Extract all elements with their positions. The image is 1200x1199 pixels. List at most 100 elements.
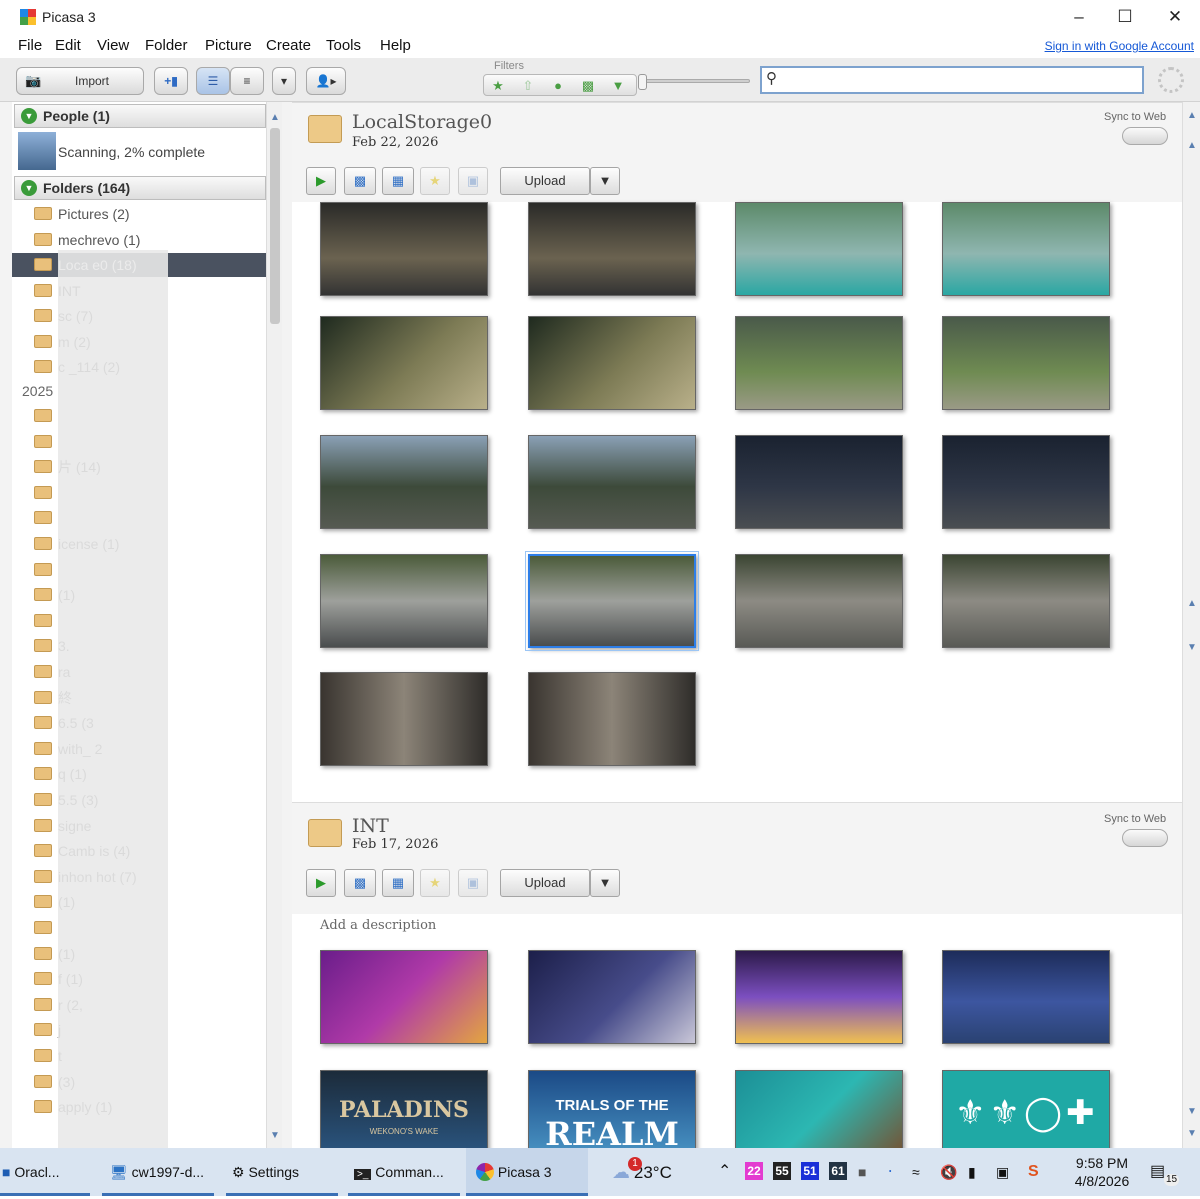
tray-item[interactable]: 55 — [773, 1162, 791, 1180]
collapse-toggle-icon[interactable]: ▼ — [21, 108, 37, 124]
folder-row[interactable]: mechrevo (1) — [12, 228, 266, 252]
photo-thumbnail[interactable] — [942, 316, 1110, 410]
sync-to-web-toggle[interactable] — [1122, 829, 1168, 847]
sync-to-web-toggle[interactable] — [1122, 127, 1168, 145]
photo-thumbnail[interactable] — [942, 435, 1110, 529]
photo-thumbnail[interactable] — [320, 672, 488, 766]
photo-thumbnail[interactable] — [735, 435, 903, 529]
folder-row[interactable]: Pictures (2) — [12, 202, 266, 226]
scroll-down-icon[interactable]: ▼ — [1184, 1126, 1200, 1142]
menu-view[interactable]: View — [97, 37, 129, 54]
close-button[interactable]: ✕ — [1150, 0, 1200, 34]
movie-filter-icon[interactable]: ▩ — [576, 76, 600, 96]
menu-create[interactable]: Create — [266, 37, 311, 54]
group-name[interactable]: LocalStorage0 — [352, 111, 492, 133]
input-method-icon[interactable]: S — [1028, 1148, 1050, 1196]
photo-thumbnail[interactable] — [735, 554, 903, 648]
photo-thumbnail[interactable] — [320, 435, 488, 529]
scroll-up-icon[interactable]: ▲ — [267, 110, 283, 126]
avatar[interactable] — [18, 132, 56, 170]
menu-folder[interactable]: Folder — [145, 37, 188, 54]
photo-thumbnail[interactable] — [942, 202, 1110, 296]
add-to-album-button[interactable]: +▮ — [154, 67, 188, 95]
photo-thumbnail[interactable] — [528, 950, 696, 1044]
star-filter-icon[interactable]: ★ — [486, 76, 510, 96]
taskbar-item-remote[interactable]: 🖥 cw1997-d... — [102, 1148, 214, 1196]
clock[interactable]: 9:58 PM 4/8/2026 — [1062, 1148, 1142, 1196]
photo-thumbnail[interactable] — [320, 554, 488, 648]
movie-button[interactable]: ▦ — [382, 167, 414, 195]
tray-item[interactable]: 51 — [801, 1162, 819, 1180]
scroll-down-icon[interactable]: ▼ — [1184, 1104, 1200, 1120]
library-scrollbar[interactable]: ▲ ▲ ▲ ▼ ▼ ▼ — [1182, 102, 1200, 1148]
folder-scrollbar[interactable]: ▲ ▼ — [266, 102, 282, 1148]
upload-dropdown[interactable]: ▼ — [590, 167, 620, 195]
photo-thumbnail[interactable]: ⚜⚜◯✚ — [942, 1070, 1110, 1148]
slideshow-people-button[interactable]: 👤▸ — [306, 67, 346, 95]
tray-item[interactable]: 22 — [745, 1162, 763, 1180]
sign-in-link[interactable]: Sign in with Google Account — [1045, 39, 1194, 53]
photo-thumbnail[interactable] — [735, 316, 903, 410]
star-button[interactable]: ★ — [420, 167, 450, 195]
photo-thumbnail[interactable] — [320, 202, 488, 296]
play-slideshow-button[interactable]: ▶ — [306, 869, 336, 897]
photo-thumbnail[interactable] — [735, 1070, 903, 1148]
photo-thumbnail[interactable] — [528, 435, 696, 529]
save-button[interactable]: ▣ — [458, 167, 488, 195]
slider-knob[interactable] — [638, 74, 647, 90]
scroll-up-icon[interactable]: ▲ — [1184, 596, 1200, 612]
taskbar-item-picasa[interactable]: Picasa 3 — [466, 1148, 588, 1196]
bluetooth-icon[interactable]: ᛫ — [886, 1148, 902, 1196]
battery-icon[interactable]: ▮ — [968, 1148, 988, 1196]
taskbar-item-settings[interactable]: ⚙ Settings — [226, 1148, 338, 1196]
menu-edit[interactable]: Edit — [55, 37, 81, 54]
weather-widget[interactable]: ☁ 23°C 1 — [612, 1148, 692, 1196]
photo-thumbnail[interactable] — [942, 950, 1110, 1044]
tray-chevron-up-icon[interactable]: ⌃ — [718, 1148, 738, 1196]
upload-dropdown[interactable]: ▼ — [590, 869, 620, 897]
photo-thumbnail[interactable] — [320, 950, 488, 1044]
maximize-button[interactable]: ☐ — [1100, 0, 1150, 34]
photo-thumbnail[interactable] — [320, 316, 488, 410]
photo-thumbnail[interactable]: TRIALS OF THE REALM — [528, 1070, 696, 1148]
date-filter-slider[interactable] — [644, 79, 750, 83]
scroll-down-icon[interactable]: ▼ — [267, 1128, 283, 1144]
star-button[interactable]: ★ — [420, 869, 450, 897]
photo-thumbnail[interactable] — [528, 316, 696, 410]
menu-tools[interactable]: Tools — [326, 37, 361, 54]
photo-thumbnail[interactable]: PALADINS WEKONO'S WAKE — [320, 1070, 488, 1148]
view-thumbnails-button[interactable]: ☰ — [196, 67, 230, 95]
geotag-filter-icon[interactable]: ▼ — [606, 76, 630, 96]
notification-icon[interactable]: ▤ 15 — [1150, 1148, 1184, 1196]
scroll-down-icon[interactable]: ▼ — [1184, 640, 1200, 656]
menu-file[interactable]: File — [18, 37, 42, 54]
photo-thumbnail[interactable] — [525, 551, 699, 651]
people-section-header[interactable]: ▼ People (1) — [14, 104, 266, 128]
collage-button[interactable]: ▩ — [344, 869, 376, 897]
scroll-up-icon[interactable]: ▲ — [1184, 138, 1200, 154]
taskbar-item-oracle[interactable]: ■ Oracl... — [0, 1148, 90, 1196]
photo-thumbnail[interactable] — [735, 202, 903, 296]
upload-button[interactable]: Upload — [500, 869, 590, 897]
tray-app-icon[interactable]: ■ — [858, 1148, 874, 1196]
view-list-button[interactable]: ≡ — [230, 67, 264, 95]
photo-thumbnail[interactable] — [528, 202, 696, 296]
ime-icon[interactable]: ▣ — [996, 1148, 1016, 1196]
upload-button[interactable]: Upload — [500, 167, 590, 195]
person-filter-icon[interactable]: ● — [546, 76, 570, 96]
search-input[interactable]: ⚲ — [760, 66, 1144, 94]
play-slideshow-button[interactable]: ▶ — [306, 167, 336, 195]
collage-button[interactable]: ▩ — [344, 167, 376, 195]
collapse-toggle-icon[interactable]: ▼ — [21, 180, 37, 196]
scroll-thumb[interactable] — [270, 128, 280, 324]
add-description-field[interactable]: Add a description — [320, 918, 436, 933]
taskbar-item-command[interactable]: >_ Comman... — [348, 1148, 460, 1196]
folders-section-header[interactable]: ▼ Folders (164) — [14, 176, 266, 200]
menu-picture[interactable]: Picture — [205, 37, 252, 54]
menu-help[interactable]: Help — [380, 37, 411, 54]
view-options-dropdown[interactable]: ▾ — [272, 67, 296, 95]
photo-thumbnail[interactable] — [942, 554, 1110, 648]
wifi-icon[interactable]: ≈ — [912, 1148, 932, 1196]
photo-thumbnail[interactable] — [735, 950, 903, 1044]
save-button[interactable]: ▣ — [458, 869, 488, 897]
